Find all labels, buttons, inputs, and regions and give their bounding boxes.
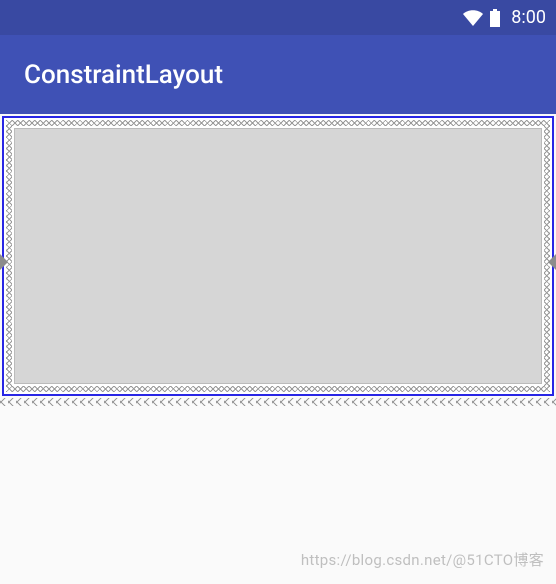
selected-constraint-layout[interactable] — [2, 116, 554, 396]
layout-editor-canvas[interactable]: https://blog.csdn.net/@51CTO博客 — [0, 114, 556, 584]
watermark-text: https://blog.csdn.net/@51CTO博客 — [301, 549, 544, 570]
app-bar: ConstraintLayout — [0, 35, 556, 114]
wrap-content-indicator-icon — [0, 398, 556, 406]
constraint-handle-right-icon[interactable] — [548, 254, 556, 270]
battery-icon — [489, 9, 501, 27]
constraint-handle-left-icon[interactable] — [0, 254, 8, 270]
wifi-icon — [463, 10, 483, 26]
child-view-placeholder[interactable] — [14, 128, 542, 384]
status-time: 8:00 — [511, 7, 546, 28]
status-bar: 8:00 — [0, 0, 556, 35]
app-title: ConstraintLayout — [24, 60, 223, 90]
